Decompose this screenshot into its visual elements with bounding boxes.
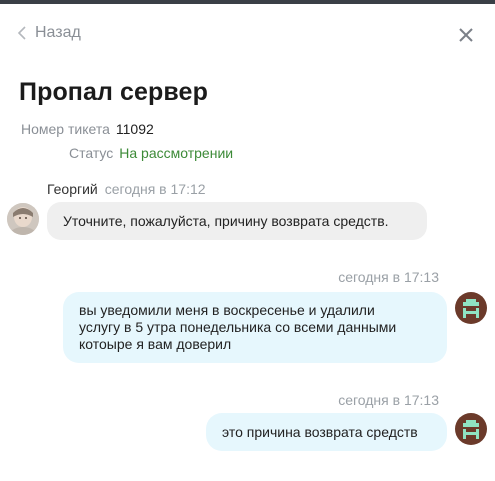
message-time: сегодня в 17:13: [338, 269, 439, 285]
avatar: [455, 413, 487, 445]
message-text: Уточните, пожалуйста, причину возврата с…: [63, 213, 389, 229]
status-badge: На рассмотрении: [119, 145, 234, 161]
ticket-status-label: Статус: [69, 145, 114, 161]
message-header: Георгий сегодня в 17:12: [47, 181, 206, 197]
avatar: [455, 292, 487, 324]
back-label: Назад: [35, 24, 81, 41]
ticket-number-row: Номер тикета 11092: [21, 121, 154, 137]
message-text: это причина возврата средств: [222, 424, 418, 440]
avatar: [7, 203, 39, 235]
ticket-number-label: Номер тикета: [21, 121, 110, 137]
window-top-border: [0, 0, 495, 4]
message-bubble: вы уведомили меня в воскресенье и удалил…: [63, 292, 447, 363]
message-line: услугу в 5 утра понедельника со всеми да…: [79, 319, 397, 335]
chevron-left-icon: [17, 25, 27, 41]
author-name: Георгий: [47, 181, 98, 197]
message-line: котоыре я вам доверил: [79, 336, 232, 352]
message-line: вы уведомили меня в воскресенье и удалил…: [79, 302, 375, 318]
back-button[interactable]: Назад: [17, 22, 81, 44]
close-icon[interactable]: [455, 24, 477, 46]
message-bubble: Уточните, пожалуйста, причину возврата с…: [47, 202, 427, 240]
message-time: сегодня в 17:12: [104, 181, 206, 197]
message-time: сегодня в 17:13: [338, 392, 439, 408]
message-bubble: это причина возврата средств: [206, 413, 447, 451]
ticket-status-row: Статус На рассмотрении: [69, 145, 233, 161]
ticket-number-value: 11092: [115, 121, 154, 137]
page-title: Пропал сервер: [19, 78, 208, 106]
